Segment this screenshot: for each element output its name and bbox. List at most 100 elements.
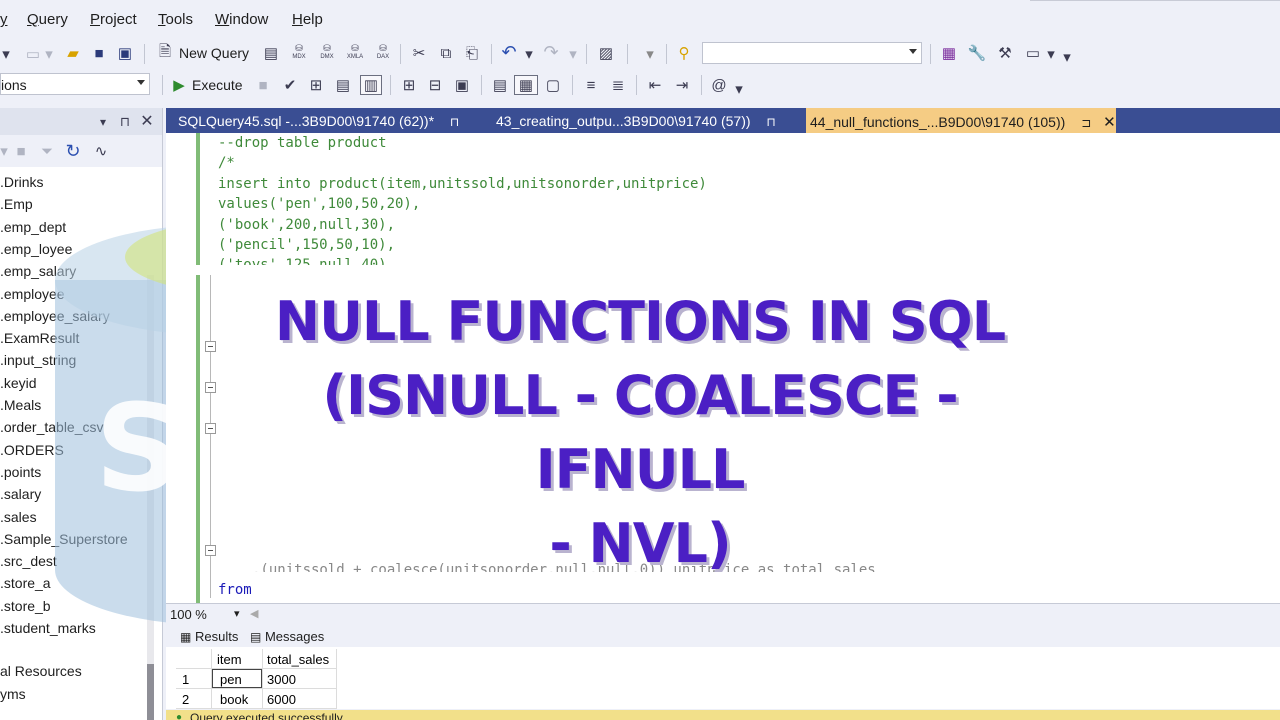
execute-play-icon[interactable]: ▶: [170, 76, 188, 94]
results-to-file-icon[interactable]: ▢: [544, 76, 562, 94]
parse-check-icon[interactable]: ✔: [281, 76, 299, 94]
column-header[interactable]: total_sales: [267, 652, 329, 667]
paste-icon[interactable]: ⎗: [463, 44, 481, 62]
tree-item[interactable]: .order_table_csv: [0, 419, 104, 435]
find-icon[interactable]: ⚲: [675, 44, 693, 62]
actual-plan-icon[interactable]: ⊞: [400, 76, 418, 94]
execution-plan-icon[interactable]: ⊞: [307, 76, 325, 94]
tree-item[interactable]: .emp_salary: [0, 263, 76, 279]
pin-icon[interactable]: ⊓: [118, 113, 132, 131]
collapse-toggle-icon[interactable]: [205, 341, 216, 352]
tab-results[interactable]: ▦ Results: [180, 629, 238, 644]
menu-item-project[interactable]: Project: [90, 11, 137, 28]
properties-wrench-icon[interactable]: 🔧: [968, 44, 987, 62]
execute-button[interactable]: Execute: [192, 77, 243, 93]
dmx-query-icon[interactable]: ⛁ DMX: [318, 42, 336, 60]
solution-explorer-icon[interactable]: ▦: [940, 44, 958, 62]
table-cell[interactable]: 3000: [267, 672, 296, 687]
toolbox-icon[interactable]: ⚒: [996, 44, 1014, 62]
menu-item-help[interactable]: Help: [292, 11, 323, 28]
save-icon[interactable]: ■: [90, 44, 108, 62]
tree-item[interactable]: .keyid: [0, 375, 37, 391]
chevron-down-icon[interactable]: ▾: [234, 607, 240, 620]
refresh-icon[interactable]: ↻: [64, 141, 82, 161]
collapse-toggle-icon[interactable]: [205, 382, 216, 393]
tree-item[interactable]: .ExamResult: [0, 330, 79, 346]
menu-item-window[interactable]: Window: [215, 11, 268, 28]
close-icon[interactable]: ✕: [139, 112, 155, 130]
tree-item[interactable]: .Meals: [0, 397, 41, 413]
tree-item[interactable]: al Resources: [0, 663, 82, 679]
collapse-toggle-icon[interactable]: [205, 545, 216, 556]
tree-item[interactable]: .employee: [0, 286, 65, 302]
scrollbar-thumb[interactable]: [147, 664, 154, 720]
save-all-icon[interactable]: ▣: [116, 44, 134, 62]
connect-icon[interactable]: ▾: [0, 142, 8, 160]
dropdown-arrow-icon[interactable]: ▾: [568, 45, 578, 63]
tree-item[interactable]: .store_b: [0, 598, 51, 614]
tree-item[interactable]: .Sample_Superstore: [0, 531, 128, 547]
tree-item[interactable]: .points: [0, 464, 41, 480]
activity-monitor-icon[interactable]: ∿: [92, 142, 110, 160]
redo-icon[interactable]: ↷: [542, 42, 560, 62]
column-header[interactable]: item: [217, 652, 242, 667]
scroll-left-icon[interactable]: ◀: [250, 607, 258, 620]
client-stats-icon[interactable]: ▣: [453, 76, 471, 94]
results-grid[interactable]: item total_sales 1 pen 3000 2 book 6000: [166, 647, 1280, 709]
tree-item[interactable]: .input_string: [0, 352, 76, 368]
tab-messages[interactable]: ▤ Messages: [250, 629, 324, 644]
xmla-query-icon[interactable]: ⛁ XMLA: [346, 42, 364, 60]
live-stats-icon[interactable]: ⊟: [426, 76, 444, 94]
new-query-button[interactable]: New Query: [179, 45, 249, 61]
table-cell[interactable]: book: [220, 692, 248, 707]
menu-item-tools[interactable]: Tools: [158, 11, 193, 28]
new-query-icon[interactable]: 🗎: [156, 43, 174, 62]
tree-item[interactable]: .ORDERS: [0, 442, 64, 458]
uncomment-icon[interactable]: ≣: [609, 76, 627, 94]
copy-icon[interactable]: ⧉: [437, 44, 455, 62]
vertical-scrollbar[interactable]: [147, 275, 154, 720]
tree-item[interactable]: .emp_dept: [0, 219, 66, 235]
row-number[interactable]: 2: [182, 692, 189, 707]
pin-icon[interactable]: ⊐: [1081, 116, 1091, 130]
tab-44-null-functions[interactable]: 44_null_functions_...B9D00\91740 (105)) …: [806, 108, 1116, 133]
dropdown-arrow-icon[interactable]: ▾: [0, 45, 12, 63]
chevron-down-icon[interactable]: [137, 80, 145, 85]
row-number[interactable]: 1: [182, 672, 189, 687]
toolbar-options-icon[interactable]: ▾: [1062, 48, 1072, 66]
terminal-icon[interactable]: ▭: [1024, 44, 1042, 62]
increase-indent-icon[interactable]: ⇥: [673, 76, 691, 94]
tab-sqlquery45[interactable]: SQLQuery45.sql -...3B9D00\91740 (62))* ⊓: [178, 108, 459, 133]
results-to-grid-icon[interactable]: ▦: [514, 75, 538, 95]
disconnect-stop-icon[interactable]: ■: [12, 142, 30, 160]
pin-icon[interactable]: ⊓: [766, 115, 775, 129]
tree-item[interactable]: yms: [0, 686, 26, 702]
menu-item-query[interactable]: Query: [27, 11, 68, 28]
query-icon[interactable]: ▤: [262, 44, 280, 62]
tree-item[interactable]: .emp_loyee: [0, 241, 72, 257]
filter-icon[interactable]: ⏷: [38, 142, 56, 160]
tree-item[interactable]: .student_marks: [0, 620, 96, 636]
menu-item-view[interactable]: y: [0, 11, 8, 28]
tree-item[interactable]: .employee_salary: [0, 308, 110, 324]
database-combobox[interactable]: ions: [0, 73, 150, 95]
zoom-combobox[interactable]: 100 % ▾: [170, 607, 244, 623]
dropdown-arrow-icon[interactable]: ▾: [1046, 45, 1056, 63]
pin-icon[interactable]: ⊓: [450, 115, 459, 129]
open-folder-icon[interactable]: ▰: [64, 44, 82, 62]
close-icon[interactable]: ✕: [1103, 114, 1116, 131]
dax-query-icon[interactable]: ⛁ DAX: [374, 42, 392, 60]
query-options-icon[interactable]: ▤: [334, 76, 352, 94]
table-cell[interactable]: 6000: [267, 692, 296, 707]
tree-item[interactable]: .store_a: [0, 575, 51, 591]
dropdown-arrow-icon[interactable]: ▾: [524, 45, 534, 63]
activity-monitor-icon[interactable]: ▨: [597, 44, 615, 62]
panel-menu-chevron-icon[interactable]: ▾: [96, 113, 110, 131]
stop-icon[interactable]: ■: [254, 76, 272, 94]
toolbar-options-icon[interactable]: ▾: [734, 80, 744, 98]
tab-43-creating-output[interactable]: 43_creating_outpu...3B9D00\91740 (57)) ⊓: [496, 108, 776, 133]
mdx-query-icon[interactable]: ⛁ MDX: [290, 42, 308, 60]
tree-item[interactable]: .sales: [0, 509, 37, 525]
new-project-icon[interactable]: ▭: [24, 45, 42, 63]
cut-icon[interactable]: ✂: [410, 44, 428, 62]
